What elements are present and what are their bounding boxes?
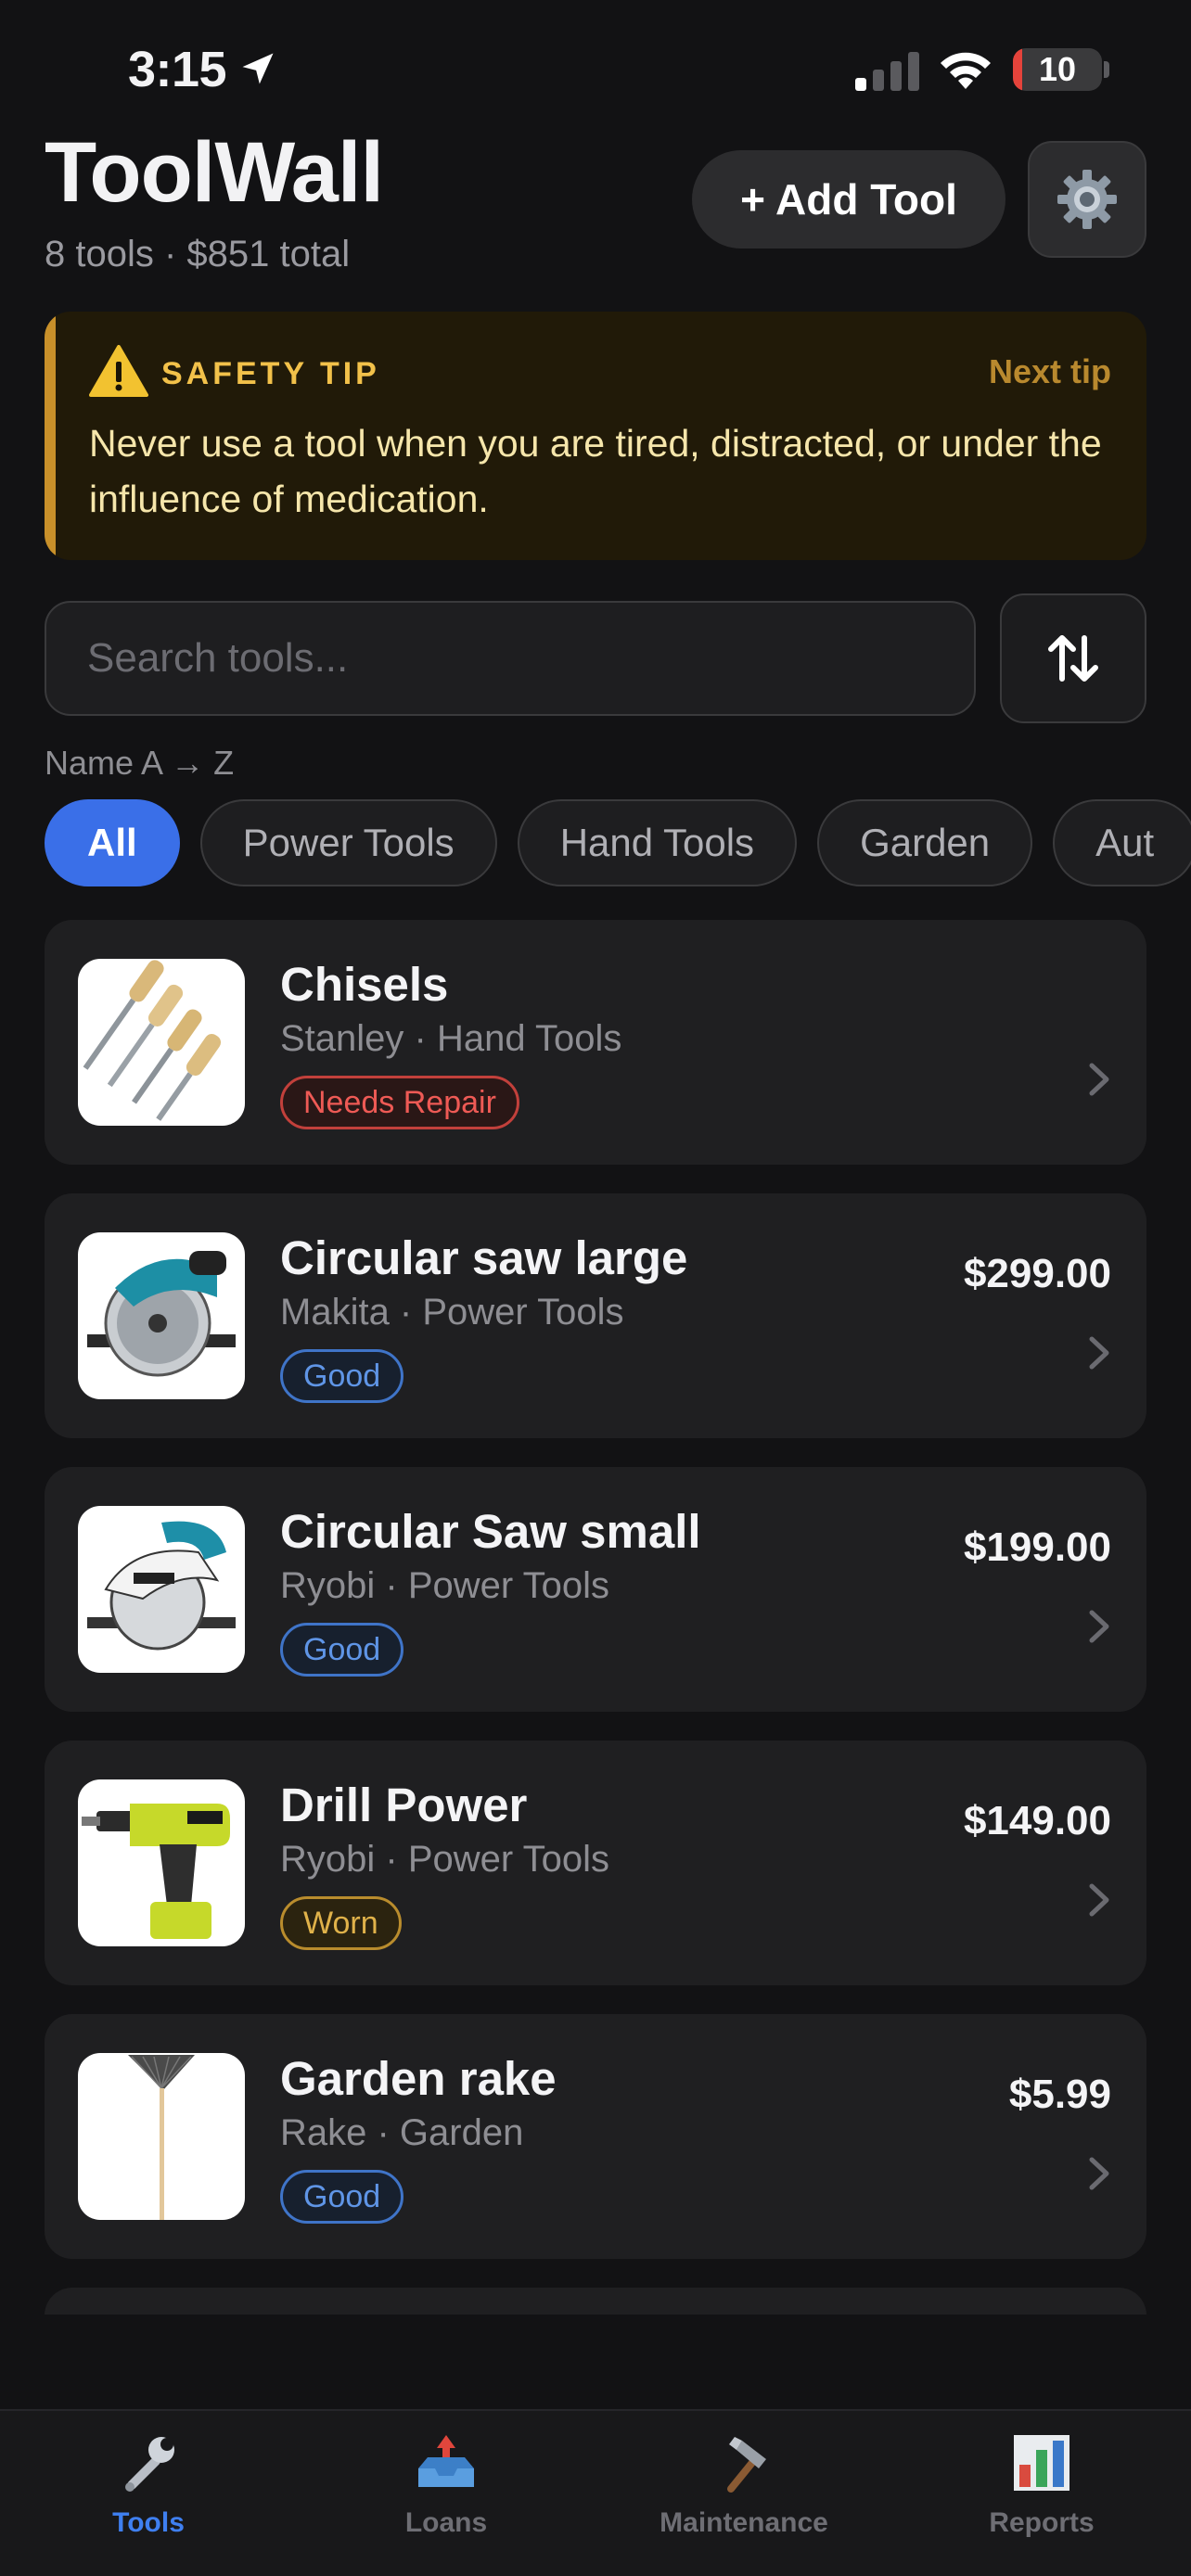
tool-name: Garden rake: [280, 2052, 557, 2105]
tool-card[interactable]: Circular saw large Makita · Power Tools …: [45, 1193, 1146, 1438]
filter-chip[interactable]: Garden: [817, 799, 1033, 886]
tab-loans[interactable]: Loans: [335, 2428, 557, 2548]
condition-badge: Worn: [280, 1896, 402, 1950]
tool-card[interactable]: Drill Power Ryobi · Power Tools Worn $14…: [45, 1741, 1146, 1985]
chevron-right-icon: [1089, 1063, 1109, 1096]
warning-icon: [89, 345, 148, 397]
battery-indicator: 10: [1013, 48, 1102, 91]
hammer-icon: [727, 2437, 766, 2493]
tool-price: $5.99: [1008, 2072, 1111, 2117]
condition-badge: Good: [280, 1349, 404, 1403]
sort-button[interactable]: [1000, 593, 1146, 723]
settings-button[interactable]: [1028, 141, 1146, 258]
filter-chip[interactable]: All: [45, 799, 180, 886]
wifi-icon: [941, 52, 991, 89]
filter-chip[interactable]: Hand Tools: [517, 799, 798, 886]
tool-image-chisels: [78, 959, 245, 1126]
sort-icon: [1048, 635, 1098, 682]
tool-image-drill-ryobi: [78, 1779, 245, 1946]
tool-card[interactable]: Circular Saw small Ryobi · Power Tools G…: [45, 1467, 1146, 1712]
condition-badge: Good: [280, 2170, 404, 2224]
gear-icon: [1057, 170, 1117, 229]
cellular-signal-icon: [855, 52, 919, 91]
tool-brand-category: Ryobi · Power Tools: [280, 1565, 609, 1606]
condition-badge: Needs Repair: [280, 1076, 519, 1129]
tool-name: Circular saw large: [280, 1231, 688, 1284]
inventory-summary: 8 tools · $851 total: [45, 234, 351, 274]
status-time: 3:15: [128, 42, 227, 97]
tool-image-circular-saw-makita: [78, 1232, 245, 1399]
chevron-right-icon: [1089, 2157, 1109, 2190]
tool-name: Circular Saw small: [280, 1505, 701, 1558]
safety-tip-text: Never use a tool when you are tired, dis…: [89, 422, 1102, 520]
battery-percent: 10: [1038, 50, 1077, 88]
tab-maintenance[interactable]: Maintenance: [633, 2428, 855, 2548]
tip-accent-bar: [45, 312, 56, 560]
tool-price: $149.00: [963, 1798, 1111, 1843]
tool-image-rake: [78, 2053, 245, 2220]
tool-card[interactable]: Chisels Stanley · Hand Tools Needs Repai…: [45, 920, 1146, 1165]
tab-bar: Tools Loans Maintenance Reports: [0, 2409, 1191, 2576]
wrench-icon: [125, 2437, 174, 2492]
tab-reports[interactable]: Reports: [930, 2428, 1153, 2548]
tool-price: $199.00: [963, 1524, 1111, 1570]
tab-label: Tools: [112, 2507, 185, 2538]
status-bar: 3:15 10: [0, 0, 1191, 139]
category-filter-bar: All Power Tools Hand Tools Garden Aut: [45, 799, 1191, 888]
tool-name: Chisels: [280, 958, 449, 1011]
tab-label: Loans: [404, 2507, 488, 2538]
battery-cap: [1104, 61, 1109, 78]
tool-image-circular-saw-makita-white: [78, 1506, 245, 1673]
tab-tools[interactable]: Tools: [37, 2428, 260, 2548]
tool-brand-category: Makita · Power Tools: [280, 1292, 624, 1333]
safety-tip-card: SAFETY TIP Next tip Never use a tool whe…: [45, 312, 1146, 560]
tool-name: Drill Power: [280, 1779, 528, 1831]
inbox-tray-icon: [418, 2435, 474, 2487]
filter-chip[interactable]: Power Tools: [199, 799, 497, 886]
chevron-right-icon: [1089, 1610, 1109, 1643]
location-arrow-icon: [242, 53, 274, 84]
safety-tip-title: SAFETY TIP: [161, 356, 380, 391]
sort-order-label: Name A → Z: [45, 744, 235, 782]
chevron-right-icon: [1089, 1883, 1109, 1917]
filter-chip[interactable]: Aut: [1053, 799, 1191, 886]
search-input[interactable]: [45, 601, 976, 716]
tool-brand-category: Stanley · Hand Tools: [280, 1018, 622, 1059]
tab-label: Maintenance: [660, 2507, 828, 2538]
next-tip-button[interactable]: Next tip: [989, 352, 1111, 391]
condition-badge: Good: [280, 1623, 404, 1677]
tool-card[interactable]: Garden rake Rake · Garden Good $5.99: [45, 2014, 1146, 2259]
bar-chart-icon: [1014, 2435, 1069, 2491]
add-tool-button[interactable]: + Add Tool: [692, 150, 1005, 249]
chevron-right-icon: [1089, 1336, 1109, 1370]
tool-card[interactable]: [45, 2288, 1146, 2315]
tool-list: Chisels Stanley · Hand Tools Needs Repai…: [45, 920, 1146, 2315]
tool-brand-category: Ryobi · Power Tools: [280, 1839, 609, 1880]
tab-label: Reports: [989, 2507, 1095, 2538]
tool-brand-category: Rake · Garden: [280, 2112, 524, 2153]
page-title: ToolWall: [45, 125, 384, 220]
tool-price: $299.00: [963, 1251, 1111, 1296]
